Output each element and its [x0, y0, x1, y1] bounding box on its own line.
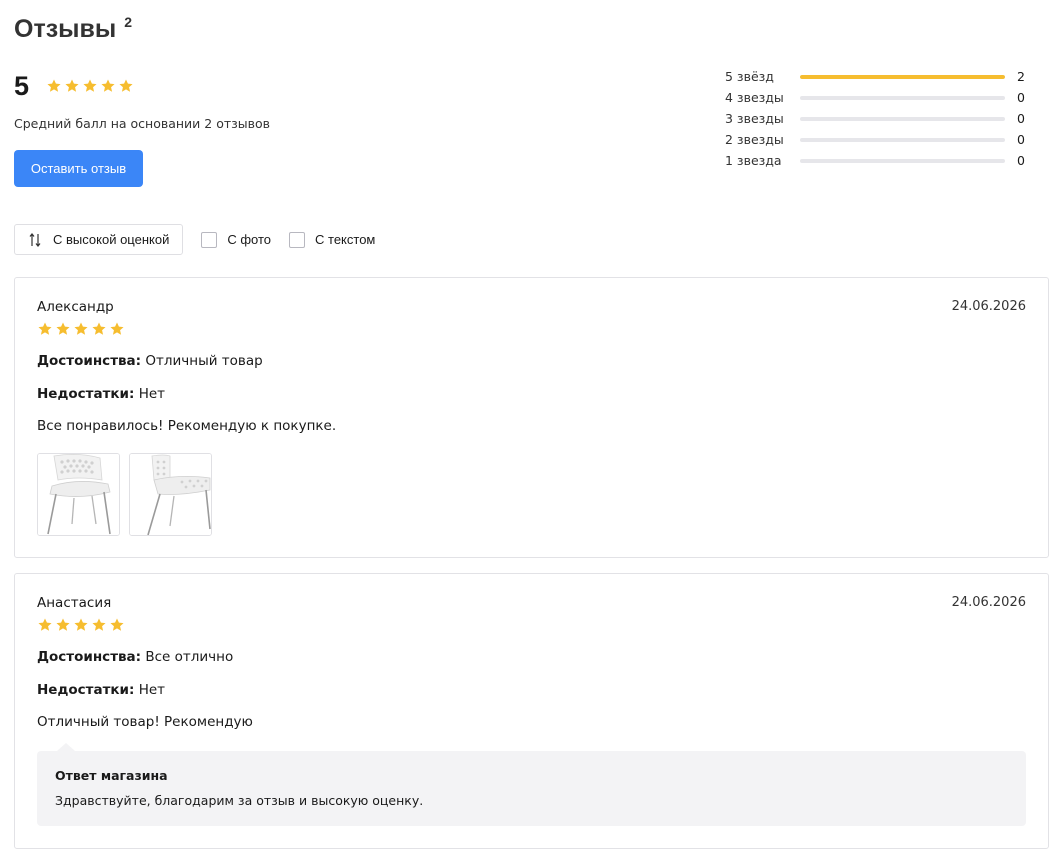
distribution-row-3: 3 звезды 0 [725, 108, 1035, 129]
review-filters: С высокой оценкой С фото С текстом [14, 223, 375, 256]
star-icon [73, 617, 89, 633]
distribution-label: 3 звезды [725, 111, 784, 126]
distribution-row-1: 1 звезда 0 [725, 150, 1035, 171]
review-text: Отличный товар! Рекомендую [37, 714, 253, 730]
star-icon [109, 321, 125, 337]
distribution-bar [800, 116, 1005, 121]
rating-summary: 5 Средний балл на основании 2 отзывов Ос… [14, 70, 414, 187]
distribution-bar-fill [800, 74, 1005, 79]
star-icon [73, 321, 89, 337]
review-pros: Достоинства: Все отлично [37, 649, 1026, 666]
reviews-count-badge: 2 [124, 14, 132, 30]
review-photos [37, 453, 1026, 536]
star-icon [82, 78, 98, 94]
average-rating-value: 5 [14, 70, 30, 101]
reply-title: Ответ магазина [55, 768, 168, 783]
sort-label: С высокой оценкой [53, 232, 170, 247]
cons-label: Недостатки: [37, 386, 135, 402]
review-cons: Недостатки: Нет [37, 386, 1026, 403]
star-icon [55, 321, 71, 337]
star-icon [118, 78, 134, 94]
filter-with-photo[interactable]: С фото [201, 231, 272, 248]
review-card: Анастасия 24.06.2026 Достоинства: Все от… [14, 573, 1049, 849]
distribution-label: 1 звезда [725, 153, 782, 168]
sort-arrows-icon [29, 232, 41, 247]
distribution-count: 0 [1017, 132, 1025, 147]
title-row: Отзывы 2 [14, 14, 132, 44]
distribution-count: 0 [1017, 111, 1025, 126]
distribution-label: 4 звезды [725, 90, 784, 105]
pros-text: Отличный товар [145, 353, 263, 369]
star-icon [37, 321, 53, 337]
review-author: Александр [37, 299, 114, 315]
rating-distribution: 5 звёзд 2 4 звезды 0 3 звезды 0 2 звезды… [725, 66, 1035, 171]
reply-text: Здравствуйте, благодарим за отзыв и высо… [55, 793, 424, 808]
distribution-bar [800, 95, 1005, 100]
distribution-bar [800, 158, 1005, 163]
star-icon [100, 78, 116, 94]
cons-label: Недостатки: [37, 682, 135, 698]
with-text-label: С текстом [315, 232, 376, 247]
review-pros: Достоинства: Отличный товар [37, 353, 1026, 370]
chair-front-photo[interactable] [37, 453, 120, 536]
distribution-bar [800, 74, 1005, 79]
star-icon [46, 78, 62, 94]
average-stars [46, 78, 134, 94]
star-icon [109, 617, 125, 633]
page-title: Отзывы [14, 15, 117, 43]
review-stars [37, 321, 1026, 337]
sort-button[interactable]: С высокой оценкой [14, 224, 184, 255]
filter-with-text[interactable]: С текстом [289, 231, 376, 248]
distribution-label: 5 звёзд [725, 69, 774, 84]
distribution-row-4: 4 звезды 0 [725, 87, 1035, 108]
pros-text: Все отлично [145, 649, 234, 665]
distribution-bar [800, 137, 1005, 142]
review-stars [37, 617, 1026, 633]
review-text: Все понравилось! Рекомендую к покупке. [37, 418, 337, 434]
leave-review-button[interactable]: Оставить отзыв [14, 150, 143, 187]
chair-side-photo[interactable] [129, 453, 212, 536]
star-icon [91, 321, 107, 337]
distribution-count: 0 [1017, 90, 1025, 105]
distribution-row-5: 5 звёзд 2 [725, 66, 1035, 87]
star-icon [91, 617, 107, 633]
pros-label: Достоинства: [37, 353, 142, 369]
pros-label: Достоинства: [37, 649, 142, 665]
average-caption: Средний балл на основании 2 отзывов [14, 116, 271, 131]
with-photo-checkbox[interactable] [201, 231, 218, 248]
review-card: Александр 24.06.2026 Достоинства: Отличн… [14, 277, 1049, 558]
cons-text: Нет [138, 682, 166, 698]
store-reply: Ответ магазина Здравствуйте, благодарим … [37, 743, 1026, 826]
distribution-row-2: 2 звезды 0 [725, 129, 1035, 150]
distribution-label: 2 звезды [725, 132, 784, 147]
distribution-count: 2 [1017, 69, 1025, 84]
review-cons: Недостатки: Нет [37, 682, 1026, 699]
review-date: 24.06.2026 [951, 299, 1026, 314]
cons-text: Нет [138, 386, 166, 402]
star-icon [55, 617, 71, 633]
average-rating-row: 5 [14, 70, 414, 102]
with-text-checkbox[interactable] [289, 231, 306, 248]
with-photo-label: С фото [227, 232, 272, 247]
star-icon [64, 78, 80, 94]
review-date: 24.06.2026 [951, 595, 1026, 610]
review-author: Анастасия [37, 595, 112, 611]
distribution-count: 0 [1017, 153, 1025, 168]
star-icon [37, 617, 53, 633]
